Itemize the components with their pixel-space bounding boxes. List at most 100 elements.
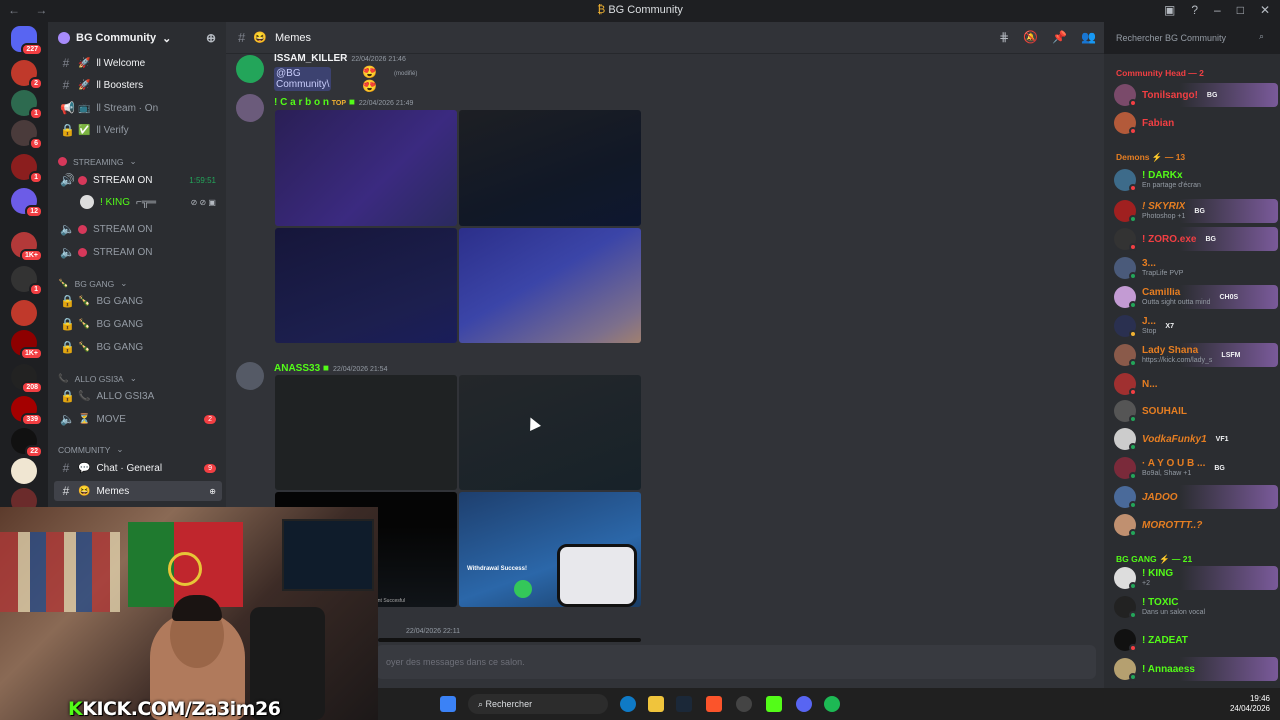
avatar[interactable] [236,362,264,390]
taskbar-search[interactable]: ⌕ Rechercher [468,694,608,714]
threads-icon[interactable]: ⋕ [999,30,1009,44]
help-icon[interactable]: ? [1191,3,1198,17]
message-author[interactable]: ! C a r b o n TOP ■ 22/04/2026 21:49 [274,97,413,108]
image-attachment[interactable] [459,228,641,343]
member-item[interactable]: SOUHAIL [1114,399,1278,423]
member-item[interactable]: ! TOXIC Dans un salon vocal [1114,595,1278,619]
avatar [1114,373,1137,396]
folder-icon[interactable] [648,696,664,712]
hash-icon: # [62,484,70,498]
member-item[interactable]: ! SKYRIX Photoshop +1 BG [1114,199,1278,223]
voice-allo[interactable]: 🔒 📞 ALLO GSI3A [54,386,222,406]
server-icon[interactable]: 12 [11,188,43,218]
mention[interactable]: @BG Community\ [274,67,332,91]
server-icon[interactable]: 1 [11,266,43,296]
member-list-icon[interactable]: 👥 [1081,30,1096,44]
member-item[interactable]: JADOO [1114,485,1278,509]
member-item[interactable]: ! ZORO.exe BG [1114,227,1278,251]
edge-icon[interactable] [620,696,636,712]
message-timestamp: 22/04/2026 21:49 [358,100,414,107]
brave-icon[interactable] [706,696,722,712]
image-attachment[interactable] [459,375,641,490]
voice-bg-gang-2[interactable]: 🔒 🍾 BG GANG [54,314,222,334]
member-item[interactable]: ! KING +2 [1114,566,1278,590]
minimize-button[interactable]: – [1214,3,1221,17]
gun-icon: ⌐╦═ [136,196,157,208]
voice-stream-on-1[interactable]: 🔊 STREAM ON 1:59:51 [54,170,222,190]
windows-start-icon[interactable] [440,696,456,712]
channel-label: MOVE [96,413,126,425]
channel-memes[interactable]: # 😆 Memes ⊕ [54,481,222,501]
member-item[interactable]: Tonilsango! BG [1114,83,1278,107]
server-icon[interactable]: 1K+ [11,232,43,262]
server-icon[interactable]: 1 [11,154,43,184]
voice-bg-gang-3[interactable]: 🔒 🍾 BG GANG [54,337,222,357]
channel-boosters[interactable]: # 🚀 ll Boosters [54,75,222,95]
member-item[interactable]: ! DARKx En partage d'écran [1114,168,1278,192]
close-button[interactable]: ✕ [1260,3,1270,17]
obs-icon[interactable] [736,696,752,712]
image-attachment[interactable] [459,110,641,226]
inbox-icon[interactable]: ▣ [1164,3,1175,17]
voice-bg-gang-1[interactable]: 🔒 🍾 BG GANG [54,291,222,311]
pin-icon[interactable]: 📌 [1052,30,1067,44]
spotify-icon[interactable] [824,696,840,712]
search-input[interactable]: Rechercher BG Community ⌕ [1110,28,1270,48]
notification-muted-icon[interactable]: 🔕 [1023,30,1038,44]
voice-stream-on-2[interactable]: 🔈 STREAM ON [54,219,222,239]
category-allo[interactable]: 📞 ALLO GSI3A ⌄ [58,373,137,384]
channel-verify[interactable]: 🔒 ✅ ll Verify [54,120,222,140]
steam-icon[interactable] [676,696,692,712]
member-item[interactable]: MOROTTT..? [1114,513,1278,537]
category-bg-gang[interactable]: 🍾 BG GANG ⌄ [58,278,127,289]
add-member-icon[interactable]: ⊕ [209,487,216,496]
guild-header[interactable]: BG Community ⌄ ⊕ [48,22,226,54]
member-item[interactable]: J... Stop X7 [1114,314,1278,338]
channel-welcome[interactable]: # 🚀 ll Welcome [54,53,222,73]
member-item[interactable]: VodkaFunky1 VF1 [1114,427,1278,451]
member-item[interactable]: Camillia Outta sight outta mind CH0S [1114,285,1278,309]
avatar[interactable] [236,94,264,122]
hash-icon: # [62,461,70,475]
member-item[interactable]: Fabian [1114,111,1278,135]
server-icon[interactable]: 22 [11,428,43,458]
image-attachment[interactable] [275,228,457,343]
channel-chat-general[interactable]: # 💬 Chat · General 9 [54,458,222,478]
server-icon[interactable]: 1K+ [11,330,43,360]
maximize-button[interactable]: □ [1237,3,1244,17]
kick-app-icon[interactable] [766,696,782,712]
image-attachment[interactable] [275,110,457,226]
member-item[interactable]: N... [1114,372,1278,396]
member-item[interactable]: · A Y O U B ... Bo9al, Shaw +1 BG [1114,456,1278,480]
server-icon[interactable]: 339 [11,396,43,426]
avatar [1114,400,1137,423]
message-author[interactable]: ISSAM_KILLER 22/04/2026 21:46 [274,53,406,64]
message-input[interactable]: oyer des messages dans ce salon. [376,645,1096,679]
home-button[interactable]: 227 [11,26,43,56]
server-icon[interactable]: 6 [11,120,43,150]
image-attachment[interactable] [275,375,457,490]
voice-user-king[interactable]: ! KING ⌐╦═ ⊘ ⊘ ▣ [54,192,222,212]
member-item[interactable]: ! Annaaess [1114,657,1278,681]
server-icon[interactable]: 1 [11,90,43,120]
message-author[interactable]: ANASS33 ■ 22/04/2026 21:54 [274,363,387,374]
category-community[interactable]: COMMUNITY ⌄ [58,444,124,455]
image-attachment[interactable] [378,638,641,642]
voice-move[interactable]: 🔈 ⏳ MOVE 2 [54,409,222,429]
message-author[interactable]: 22/04/2026 22:11 [402,625,460,636]
member-item[interactable]: Lady Shana https://kick.com/lady_s LSFM [1114,343,1278,367]
add-member-icon[interactable]: ⊕ [206,31,216,45]
avatar[interactable] [236,55,264,83]
voice-stream-on-3[interactable]: 🔈 STREAM ON [54,242,222,262]
server-icon[interactable]: 208 [11,364,43,394]
server-icon[interactable] [11,300,37,326]
category-streaming[interactable]: STREAMING ⌄ [58,156,137,167]
server-icon[interactable]: 2 [11,60,43,90]
member-item[interactable]: 3... TrapLife PVP [1114,256,1278,280]
system-clock[interactable]: 19:46 24/04/2026 [1230,694,1270,715]
channel-stream[interactable]: 📢 📺 ll Stream · On [54,98,222,118]
member-item[interactable]: ! ZADEAT [1114,628,1278,652]
image-attachment[interactable]: Withdrawal Success! [459,492,641,607]
discord-icon[interactable] [796,696,812,712]
server-icon[interactable] [11,458,37,484]
